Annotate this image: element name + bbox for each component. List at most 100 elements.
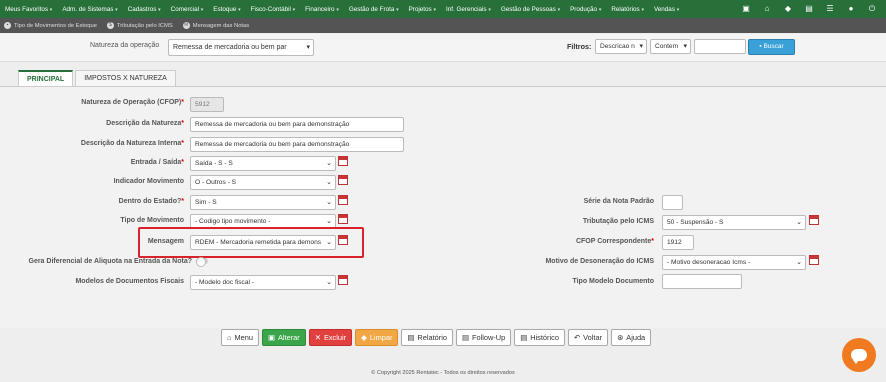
action-button-bar: ⌂ Menu ▣ Alterar ✕ Excluir ◆ Limpar ▤ Relatór… [221, 329, 652, 346]
help-icon: ⊛ [617, 333, 624, 342]
menu-gestao-frota[interactable]: Gestão de Frota ▾ [344, 6, 404, 13]
power-icon[interactable]: ⏻ [866, 3, 878, 14]
home-icon[interactable]: ⌂ [761, 3, 773, 14]
search-button[interactable]: ▪ Buscar [748, 39, 795, 55]
tab-bar: PRINCIPAL IMPOSTOS X NATUREZA [18, 70, 178, 86]
motivo-desoneracao-select[interactable]: - Motivo desoneracao Icms - ⌄ [662, 255, 806, 270]
dentro-estado-select[interactable]: Sim - S ⌄ [190, 195, 336, 210]
tab-impostos-natureza[interactable]: IMPOSTOS X NATUREZA [75, 70, 176, 86]
chevron-down-icon: ⌄ [326, 199, 332, 206]
relatorio-button[interactable]: ▤ Relatório [401, 329, 453, 346]
excluir-button[interactable]: ✕ Excluir [308, 329, 353, 346]
subnav-tipo-movimentos[interactable]: ▪ Tipo de Movimentos de Estoque [0, 22, 103, 29]
calendar-icon[interactable] [338, 275, 348, 285]
menu-comercial[interactable]: Comercial ▾ [166, 6, 209, 13]
undo-icon: ↶ [573, 333, 581, 342]
footer-copyright: © Copyright 2025 Rentatec - Todos os dir… [371, 370, 515, 376]
chevron-down-icon: ⌄ [326, 160, 332, 167]
filtros-label: Filtros: [567, 42, 592, 51]
id-card-icon[interactable]: ▤ [803, 3, 815, 14]
tipo-modelo-input[interactable] [662, 274, 742, 289]
eraser-icon: ◆ [361, 333, 367, 342]
user-icon[interactable]: ● [845, 3, 857, 14]
grid-icon: ▪ [4, 22, 11, 29]
limpar-button[interactable]: ◆ Limpar [355, 329, 399, 346]
entrada-saida-select[interactable]: Saída - S - S ⌄ [190, 156, 336, 171]
descricao-label: Descrição da Natureza* [106, 120, 184, 127]
calendar-icon[interactable] [338, 214, 348, 224]
menu-gestao-pessoas[interactable]: Gestão de Pessoas ▾ [496, 6, 565, 13]
menu-vendas[interactable]: Vendas ▾ [649, 6, 684, 13]
menu-producao[interactable]: Produção ▾ [565, 6, 606, 13]
calendar-icon[interactable] [809, 255, 819, 265]
home-icon: ⌂ [227, 333, 232, 342]
message-icon: ✉ [182, 22, 190, 29]
eraser-icon[interactable]: ◆ [782, 3, 794, 14]
calendar-icon[interactable] [338, 156, 348, 166]
filter-field-select[interactable]: Descricao n ▾ [595, 39, 647, 54]
modelos-select[interactable]: - Modelo doc fiscal - ⌄ [190, 275, 336, 290]
serie-label: Série da Nota Padrão [583, 198, 654, 205]
calendar-icon[interactable] [809, 215, 819, 225]
indicador-label: Indicador Movimento [113, 178, 184, 185]
cfop-correspondente-label: CFOP Correspondente* [575, 238, 654, 245]
filter-search-input[interactable] [694, 39, 746, 54]
menu-button[interactable]: ⌂ Menu [221, 329, 259, 346]
highlight-box [138, 227, 364, 258]
desc-interna-label: Descrição da Natureza Interna* [80, 140, 184, 147]
descricao-input[interactable]: Remessa de mercadoria ou bem para demons… [190, 117, 404, 132]
menu-fisco-contabil[interactable]: Fisco-Contábil ▾ [246, 6, 301, 13]
dollar-icon: $ [106, 22, 114, 29]
motivo-desoneracao-label: Motivo de Desoneração do ICMS [545, 258, 654, 265]
chevron-down-icon: ⌄ [796, 219, 802, 226]
list-icon: ▤ [407, 333, 415, 342]
voltar-button[interactable]: ↶ Voltar [567, 329, 609, 346]
followup-button[interactable]: ▤ Follow-Up [455, 329, 512, 346]
chat-button[interactable] [842, 338, 876, 372]
list-icon: ▤ [461, 333, 469, 342]
cfop-label: Natureza de Operação (CFOP)* [81, 99, 184, 106]
menu-adm-sistemas[interactable]: Adm. de Sistemas ▾ [57, 6, 122, 13]
chevron-down-icon: ⌄ [326, 279, 332, 286]
caret-icon: ▾ [683, 43, 687, 50]
save-icon[interactable]: ▣ [740, 3, 752, 14]
list-icon: ▤ [520, 333, 528, 342]
gera-diferencial-toggle[interactable] [196, 257, 208, 267]
menu-financeiro[interactable]: Financeiro ▾ [300, 6, 344, 13]
caret-icon: ▾ [639, 43, 643, 50]
entrada-saida-label: Entrada / Saída* [130, 159, 184, 166]
cfop-input[interactable]: 5912 [190, 97, 224, 112]
menu-meus-favoritos[interactable]: Meus Favoritos ▾ [0, 6, 57, 13]
historico-button[interactable]: ▤ Histórico [514, 329, 565, 346]
menu-cadastros[interactable]: Cadastros ▾ [123, 6, 166, 13]
subnav-tributacao-icms[interactable]: $ Tributação pelo ICMS [103, 22, 179, 29]
serie-input[interactable] [662, 195, 683, 210]
menu-projetos[interactable]: Projetos ▾ [404, 6, 441, 13]
calendar-icon[interactable] [338, 195, 348, 205]
menu-estoque[interactable]: Estoque ▾ [208, 6, 245, 13]
filter-operator-select[interactable]: Contem ▾ [650, 39, 691, 54]
calendar-icon[interactable] [338, 175, 348, 185]
tipo-movimento-label: Tipo de Movimento [120, 217, 184, 224]
menu-relatorios[interactable]: Relatórios ▾ [606, 6, 649, 13]
natureza-select[interactable]: Remessa de mercadoria ou bem par ▾ [168, 39, 314, 56]
modelos-label: Modelos de Documentos Fiscais [75, 278, 184, 285]
ajuda-button[interactable]: ⊛ Ajuda [611, 329, 652, 346]
save-icon: ▣ [267, 333, 275, 342]
desc-interna-input[interactable]: Remessa de mercadoria ou bem para demons… [190, 137, 404, 152]
cfop-correspondente-input[interactable]: 1912 [662, 235, 694, 250]
caret-icon: ▾ [306, 44, 310, 51]
tab-principal[interactable]: PRINCIPAL [18, 70, 74, 86]
tributacao-select[interactable]: 50 - Suspensão - S ⌄ [662, 215, 806, 230]
search-icon: ▪ [759, 43, 762, 50]
alterar-button[interactable]: ▣ Alterar [261, 329, 306, 346]
subnav-mensagem-notas[interactable]: ✉ Mensagem das Notas [179, 22, 255, 29]
chevron-down-icon: ⌄ [796, 259, 802, 266]
menu-inf-gerenciais[interactable]: Inf. Gerenciais ▾ [441, 6, 496, 13]
list-icon[interactable]: ☰ [824, 3, 836, 14]
chevron-down-icon: ⌄ [326, 179, 332, 186]
gera-diferencial-label: Gera Diferencial de Aliquota na Entrada … [28, 258, 193, 265]
natureza-label: Natureza da operação [90, 42, 160, 49]
close-icon: ✕ [314, 333, 321, 342]
indicador-select[interactable]: O - Outros - S ⌄ [190, 175, 336, 190]
